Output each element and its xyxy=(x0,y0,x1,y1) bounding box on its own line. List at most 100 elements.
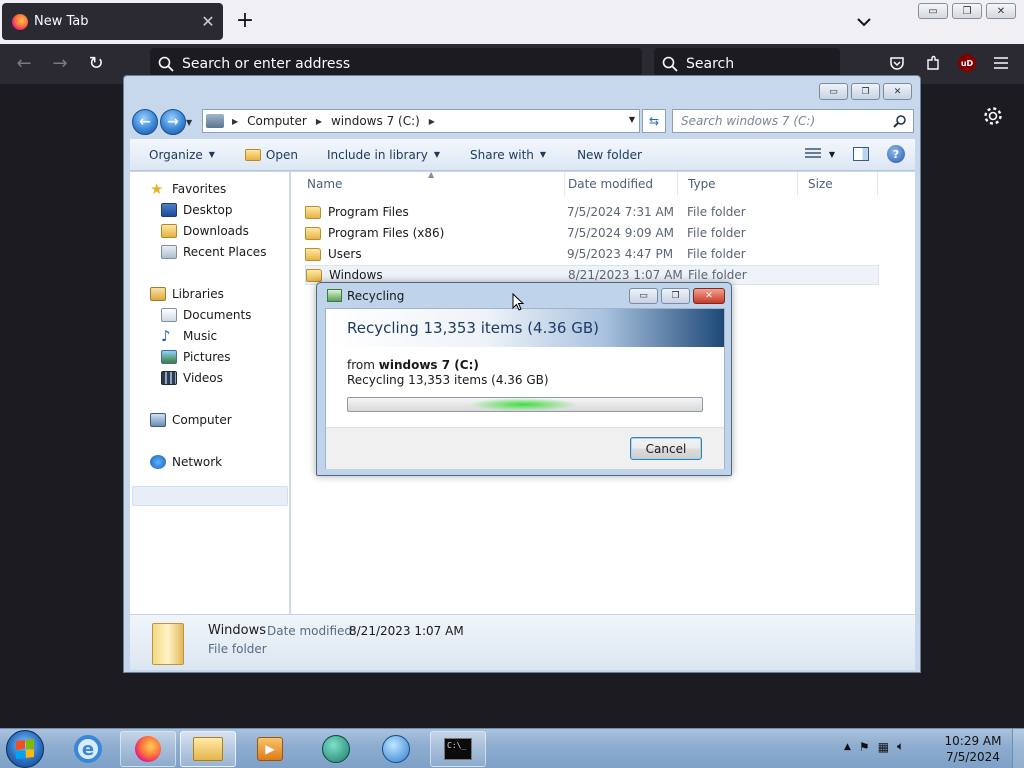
ublock-origin-icon[interactable]: uD xyxy=(958,54,976,72)
forward-arrow-icon[interactable]: → xyxy=(50,54,70,74)
nav-network-label: Network xyxy=(172,455,223,469)
recycling-dialog: Recycling ▭ ❐ ✕ Recycling 13,353 items (… xyxy=(316,282,732,476)
folder-icon xyxy=(152,623,184,665)
include-in-library-label: Include in library xyxy=(326,147,428,162)
nav-pictures[interactable]: Pictures xyxy=(161,350,231,364)
breadcrumb-separator-icon[interactable]: ▶ xyxy=(429,117,435,126)
details-type: File folder xyxy=(208,642,267,656)
nav-network[interactable]: Network xyxy=(150,455,222,469)
tab-new-tab[interactable]: New Tab ✕ xyxy=(2,3,223,40)
computer-icon xyxy=(206,114,224,128)
tab-close-icon[interactable]: ✕ xyxy=(197,12,219,31)
taskbar-firefox[interactable] xyxy=(120,731,176,767)
preview-pane-icon[interactable] xyxy=(853,147,869,161)
minimize-icon[interactable]: ▭ xyxy=(918,3,948,19)
maximize-icon[interactable]: ❐ xyxy=(851,83,880,100)
address-row: ← → ▼ ▶ Computer ▶ windows 7 (C:) ▶ ▼ ⇆ … xyxy=(124,106,920,138)
nav-videos[interactable]: Videos xyxy=(161,371,223,385)
column-header-size[interactable]: Size xyxy=(798,172,878,196)
nav-videos-label: Videos xyxy=(183,371,223,385)
list-all-tabs-chevron-icon[interactable] xyxy=(854,12,874,32)
file-date: 8/21/2023 1:07 AM xyxy=(568,268,683,282)
progress-marquee xyxy=(468,398,578,411)
recent-places-icon xyxy=(161,245,177,259)
nav-documents[interactable]: Documents xyxy=(161,308,251,322)
taskbar-explorer[interactable] xyxy=(180,731,236,767)
network-icon xyxy=(150,455,166,469)
organize-button[interactable]: Organize ▼ xyxy=(149,148,215,162)
table-row[interactable]: Program Files 7/5/2024 7:31 AM File fold… xyxy=(305,202,879,222)
column-header-date-modified[interactable]: Date modified xyxy=(558,172,678,196)
nav-desktop[interactable]: Desktop xyxy=(161,203,233,217)
nav-computer[interactable]: Computer xyxy=(150,413,232,427)
action-center-flag-icon[interactable]: ⚑ xyxy=(859,740,870,754)
breadcrumb-separator-icon[interactable]: ▶ xyxy=(232,117,238,126)
table-row[interactable]: Program Files (x86) 7/5/2024 9:09 AM Fil… xyxy=(305,223,879,243)
reload-icon[interactable]: ↻ xyxy=(86,54,106,74)
forward-arrow-icon: → xyxy=(167,114,179,130)
minimize-icon[interactable]: ▭ xyxy=(819,83,848,100)
open-label: Open xyxy=(265,147,298,162)
breadcrumb-computer[interactable]: Computer xyxy=(247,114,307,128)
minimize-icon[interactable]: ▭ xyxy=(629,288,658,304)
new-folder-button[interactable]: New folder xyxy=(577,148,642,162)
back-button[interactable]: ← xyxy=(132,109,158,135)
network-status-icon[interactable]: ▦ xyxy=(878,740,889,754)
taskbar-clock[interactable]: 10:29 AM 7/5/2024 xyxy=(930,733,1016,765)
include-in-library-button[interactable]: Include in library ▼ xyxy=(327,148,440,162)
file-name: Program Files (x86) xyxy=(328,226,445,240)
share-with-button[interactable]: Share with ▼ xyxy=(470,148,546,162)
change-view-button[interactable]: ▼ xyxy=(804,148,835,160)
open-button[interactable]: Open xyxy=(244,147,298,162)
back-arrow-icon[interactable]: ← xyxy=(14,54,34,74)
show-desktop-button[interactable] xyxy=(1012,729,1024,768)
nav-recent-places-label: Recent Places xyxy=(183,245,267,259)
close-icon[interactable]: ✕ xyxy=(693,288,725,304)
details-date-label: Date modified: xyxy=(267,624,357,638)
address-bar[interactable]: ▶ Computer ▶ windows 7 (C:) ▶ ▼ xyxy=(202,109,640,133)
close-icon[interactable]: ✕ xyxy=(883,83,912,100)
table-row[interactable]: Users 9/5/2023 4:47 PM File folder xyxy=(305,244,879,264)
explorer-search-input[interactable]: Search windows 7 (C:) xyxy=(672,109,914,133)
refresh-button[interactable]: ⇆ xyxy=(642,109,666,133)
start-button[interactable] xyxy=(6,730,44,768)
breadcrumb-separator-icon[interactable]: ▶ xyxy=(316,117,322,126)
explorer-search-placeholder: Search windows 7 (C:) xyxy=(681,114,816,128)
nav-downloads[interactable]: Downloads xyxy=(161,224,249,238)
show-hidden-icons-icon[interactable]: ▲ xyxy=(844,742,851,752)
close-icon[interactable]: ✕ xyxy=(986,3,1016,19)
address-dropdown-icon[interactable]: ▼ xyxy=(629,115,635,124)
nav-libraries[interactable]: Libraries xyxy=(150,287,224,301)
taskbar-media-player[interactable]: ▶ xyxy=(242,731,298,767)
new-tab-button[interactable]: + xyxy=(234,10,256,34)
dialog-footer: Cancel xyxy=(326,427,724,469)
volume-muted-icon[interactable]: 🔈︎ xyxy=(897,739,904,754)
taskbar-app-blue[interactable] xyxy=(368,731,424,767)
pocket-icon[interactable] xyxy=(886,52,908,74)
search-icon[interactable] xyxy=(893,114,907,128)
nav-favorites[interactable]: ★ Favorites xyxy=(150,182,227,197)
menu-hamburger-icon[interactable] xyxy=(990,52,1012,74)
nav-libraries-label: Libraries xyxy=(172,287,224,301)
help-icon[interactable]: ? xyxy=(887,145,905,163)
cancel-button[interactable]: Cancel xyxy=(630,437,702,460)
nav-favorites-label: Favorites xyxy=(172,182,227,196)
column-header-name[interactable]: Name xyxy=(297,172,565,196)
extensions-icon[interactable] xyxy=(922,52,944,74)
recent-pages-dropdown-icon[interactable]: ▼ xyxy=(186,118,192,127)
forward-button[interactable]: → xyxy=(160,109,186,135)
navigation-pane: ★ Favorites Desktop Downloads Recent Plac… xyxy=(130,172,290,614)
taskbar-app-teal[interactable] xyxy=(308,731,364,767)
from-prefix: from xyxy=(347,358,375,372)
column-header-size-label: Size xyxy=(808,177,833,191)
restore-icon[interactable]: ❐ xyxy=(952,3,982,19)
gear-icon[interactable] xyxy=(982,105,1004,127)
taskbar-command-prompt[interactable]: C:\_ xyxy=(430,731,486,767)
nav-recent-places[interactable]: Recent Places xyxy=(161,245,266,259)
nav-music[interactable]: ♪ Music xyxy=(161,329,217,344)
folder-icon xyxy=(306,268,322,282)
column-header-type[interactable]: Type xyxy=(678,172,798,196)
breadcrumb-drive[interactable]: windows 7 (C:) xyxy=(331,114,420,128)
maximize-icon[interactable]: ❐ xyxy=(661,288,690,304)
taskbar-internet-explorer[interactable]: e xyxy=(60,731,116,767)
